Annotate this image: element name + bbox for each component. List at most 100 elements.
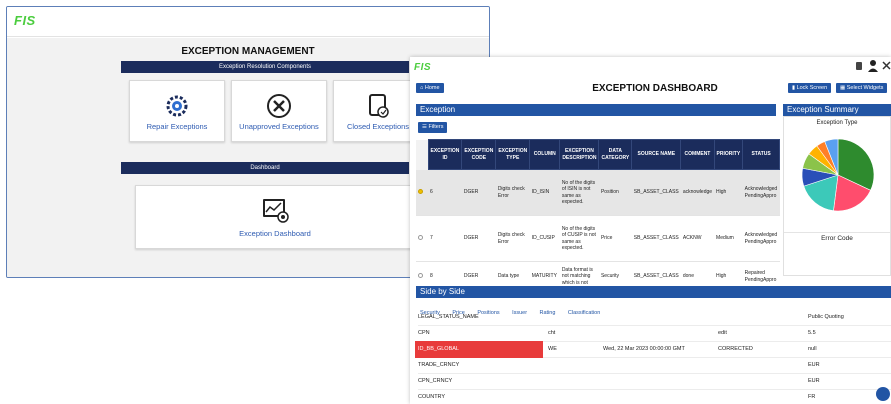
table-row[interactable]: LEGAL_STATUS_NAME Public Quoting bbox=[418, 309, 891, 326]
widgets-icon: ▦ bbox=[840, 85, 847, 91]
summary-subtitle: Exception Type bbox=[816, 120, 858, 126]
side-cell: CPN_CRNCY bbox=[418, 378, 453, 384]
side-cell: ID_BB_GLOBAL bbox=[415, 341, 543, 358]
row-radio[interactable] bbox=[418, 273, 423, 279]
page-title: EXCEPTION MANAGEMENT bbox=[181, 46, 315, 57]
chat-icon[interactable] bbox=[876, 387, 890, 401]
table-row[interactable]: ID_BB_GLOBAL WE Wed, 22 Mar 2023 00:00:00 … bbox=[415, 341, 891, 358]
side-cell: WE bbox=[548, 346, 557, 352]
cell-comment: acknowledge bbox=[680, 169, 715, 216]
lock-screen-button[interactable]: ▮ Lock Screen bbox=[788, 83, 832, 93]
cell-category: Position bbox=[598, 169, 632, 216]
side-cell: null bbox=[808, 346, 817, 352]
error-code-label: Error Code bbox=[821, 235, 853, 242]
cell-priority: High bbox=[714, 169, 743, 216]
column-header[interactable]: SOURCE NAME bbox=[631, 139, 682, 170]
row-radio[interactable] bbox=[418, 235, 423, 241]
lock-screen-label: Lock Screen bbox=[796, 85, 828, 91]
table-row[interactable]: 6 DGER Digits check Error ID_ISIN No of … bbox=[416, 169, 780, 216]
fis-logo: FIS bbox=[14, 13, 36, 28]
table-row[interactable]: CPN_CRNCY EUR bbox=[418, 373, 891, 390]
trash-icon[interactable] bbox=[854, 61, 864, 71]
cell-id: 6 bbox=[428, 169, 462, 216]
repair-exceptions-card[interactable]: Repair Exceptions bbox=[129, 80, 225, 142]
cell-status: Acknowledged PendingAppro bbox=[742, 169, 780, 216]
cell-type: Digits check Error bbox=[495, 169, 530, 216]
close-icon[interactable] bbox=[882, 61, 891, 70]
side-cell: CPN bbox=[418, 330, 430, 336]
side-cell: 5.5 bbox=[808, 330, 816, 336]
column-header[interactable]: EXCEPTION ID bbox=[427, 139, 463, 170]
home-button[interactable]: ⌂ Home bbox=[416, 83, 444, 93]
table-row[interactable]: 7 DGER Digits check Error ID_CUSIP No of… bbox=[416, 215, 780, 262]
exception-panel-header: Exception bbox=[416, 104, 776, 116]
dashboard-icon bbox=[263, 199, 289, 223]
cell-column: ID_CUSIP bbox=[529, 215, 560, 262]
column-header[interactable]: STATUS bbox=[742, 139, 780, 170]
dashboard-header: Dashboard bbox=[121, 162, 409, 174]
side-by-side-table: LEGAL_STATUS_NAME Public Quoting CPN cht edi… bbox=[410, 309, 891, 404]
cell-type: Digits check Error bbox=[495, 215, 530, 262]
cell-column: ID_ISIN bbox=[529, 169, 560, 216]
side-cell: TRADE_CRNCY bbox=[418, 362, 460, 368]
cell-code: DGER bbox=[461, 215, 496, 262]
column-header[interactable]: EXCEPTION DESCRIPTION bbox=[559, 139, 600, 170]
top-bar: FIS bbox=[7, 7, 489, 37]
cell-id: 7 bbox=[428, 215, 462, 262]
side-cell: Public Quoting bbox=[808, 314, 844, 320]
closed-file-icon bbox=[369, 94, 389, 118]
cell-source: SB_ASSET_CLASS bbox=[631, 169, 681, 216]
exception-type-pie-chart bbox=[801, 138, 875, 212]
cell-description: No of the digits of CUSIP is not same as… bbox=[559, 215, 599, 262]
column-header[interactable]: PRIORITY bbox=[713, 139, 744, 170]
home-label: Home bbox=[424, 85, 440, 91]
exception-dashboard-card[interactable]: Exception Dashboard bbox=[135, 185, 415, 249]
unapproved-exceptions-label: Unapproved Exceptions bbox=[239, 122, 319, 131]
side-cell: Wed, 22 Mar 2023 00:00:00 GMT bbox=[603, 346, 685, 352]
cell-priority: Medium bbox=[714, 215, 743, 262]
side-cell: EUR bbox=[808, 362, 820, 368]
exception-dashboard-window: FIS ⌂ Home EXCEPTION DASHBOARD ▮ Lock Sc… bbox=[410, 57, 891, 404]
repair-exceptions-label: Repair Exceptions bbox=[146, 122, 208, 131]
column-header[interactable]: COMMENT bbox=[680, 139, 715, 170]
side-cell: edit bbox=[718, 330, 727, 336]
user-avatar-icon[interactable] bbox=[867, 59, 879, 73]
resolution-header: Exception Resolution Components bbox=[121, 61, 409, 73]
side-cell: COUNTRY bbox=[418, 394, 446, 400]
exception-dashboard-label: Exception Dashboard bbox=[239, 229, 311, 238]
column-header[interactable]: EXCEPTION TYPE bbox=[495, 139, 531, 170]
cell-code: DGER bbox=[461, 169, 496, 216]
exception-summary-panel: Exception Type Error Code bbox=[783, 116, 891, 276]
cell-status: Acknowledged PendingAppro bbox=[742, 215, 780, 262]
x-circle-icon bbox=[267, 94, 291, 118]
column-header[interactable]: COLUMN bbox=[529, 139, 561, 170]
filters-button[interactable]: ☰ Filters bbox=[418, 122, 448, 133]
cell-description: No of the digits of ISIN is not same as … bbox=[559, 169, 599, 216]
side-by-side-header: Side by Side bbox=[416, 286, 891, 298]
row-radio[interactable] bbox=[418, 189, 423, 195]
side-cell: CORRECTED bbox=[718, 346, 753, 352]
select-widgets-button[interactable]: ▦ Select Widgets bbox=[836, 83, 888, 93]
table-row[interactable]: TRADE_CRNCY EUR bbox=[418, 357, 891, 374]
filters-label: Filters bbox=[428, 124, 444, 130]
side-cell: cht bbox=[548, 330, 556, 336]
exception-table: EXCEPTION ID EXCEPTION CODE EXCEPTION TY… bbox=[416, 139, 780, 292]
column-header[interactable]: DATA CATEGORY bbox=[598, 139, 633, 170]
table-row[interactable]: COUNTRY FR bbox=[418, 389, 891, 404]
exception-summary-header: Exception Summary bbox=[783, 104, 891, 116]
side-cell: EUR bbox=[808, 378, 820, 384]
unapproved-exceptions-card[interactable]: Unapproved Exceptions bbox=[231, 80, 327, 142]
table-header-row: EXCEPTION ID EXCEPTION CODE EXCEPTION TY… bbox=[416, 139, 780, 170]
dashboard-title: EXCEPTION DASHBOARD bbox=[592, 83, 718, 94]
fis-logo: FIS bbox=[414, 62, 432, 73]
cell-source: SB_ASSET_CLASS bbox=[631, 215, 681, 262]
cell-comment: ACKNW bbox=[680, 215, 715, 262]
table-row[interactable]: CPN cht edit 5.5 bbox=[418, 325, 891, 342]
closed-exceptions-label: Closed Exceptions bbox=[346, 122, 410, 131]
gears-icon bbox=[166, 95, 188, 117]
cell-category: Price bbox=[598, 215, 632, 262]
side-cell: LEGAL_STATUS_NAME bbox=[418, 314, 479, 320]
column-header[interactable]: EXCEPTION CODE bbox=[461, 139, 497, 170]
select-widgets-label: Select Widgets bbox=[846, 85, 884, 91]
side-cell: FR bbox=[808, 394, 816, 400]
